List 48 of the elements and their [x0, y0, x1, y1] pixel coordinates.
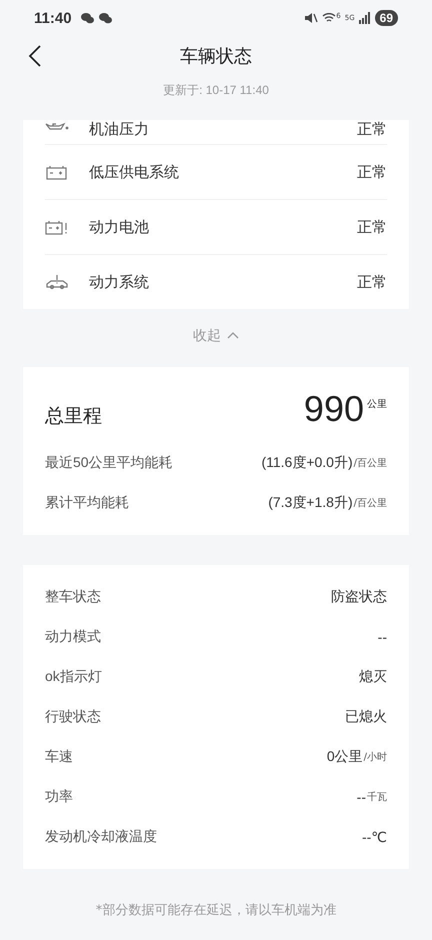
detail-label: 发动机冷却液温度: [45, 828, 157, 846]
detail-label: 行驶状态: [45, 708, 101, 726]
detail-value: --℃: [362, 828, 387, 846]
signal-icon: [358, 12, 371, 24]
wifi-icon: [322, 12, 336, 24]
chat-app-icon: [80, 11, 114, 25]
check-label: 动力系统: [89, 272, 150, 292]
check-label: 机油压力: [89, 120, 150, 139]
detail-value: --: [378, 629, 387, 645]
check-status: 正常: [357, 162, 387, 182]
footnote: *部分数据可能存在延迟，请以车机端为准: [94, 902, 338, 919]
detail-value: 防盗状态: [331, 588, 387, 606]
detail-value: 已熄火: [345, 708, 387, 726]
detail-unit: /小时: [364, 750, 387, 764]
consumption-label: 累计平均能耗: [45, 494, 129, 512]
consumption-value: (7.3度+1.8升): [268, 494, 353, 512]
check-status: 正常: [357, 272, 387, 292]
detail-label: ok指示灯: [45, 668, 102, 686]
mileage-unit: 公里: [367, 398, 387, 411]
detail-value: 0公里: [326, 748, 363, 766]
detail-value: 熄灭: [359, 668, 387, 686]
status-time: 11:40: [34, 10, 72, 26]
check-label: 低压供电系统: [89, 162, 180, 182]
consumption-value: (11.6度+0.0升): [261, 454, 353, 472]
detail-label: 车速: [45, 748, 73, 766]
back-icon[interactable]: [28, 44, 42, 68]
check-status: 正常: [357, 218, 387, 236]
caret-icon: [227, 332, 239, 340]
battery-warning-icon: [45, 219, 69, 235]
consumption-unit: /百公里: [354, 497, 387, 510]
update-time: 更新于: 10-17 11:40: [162, 82, 270, 99]
detail-value: --: [356, 789, 366, 805]
check-status: 正常: [357, 120, 387, 139]
battery-indicator: 69: [374, 10, 398, 26]
consumption-unit: /百公里: [354, 457, 387, 470]
check-label: 动力电池: [89, 218, 150, 236]
detail-label: 整车状态: [45, 588, 101, 606]
consumption-label: 最近50公里平均能耗: [45, 454, 173, 472]
battery-icon: [45, 164, 69, 180]
mileage-value: 990: [304, 387, 364, 431]
detail-unit: 千瓦: [367, 790, 387, 804]
mute-icon: [304, 11, 318, 25]
mileage-label: 总里程: [45, 404, 102, 429]
detail-label: 动力模式: [45, 628, 101, 646]
car-warning-icon: [45, 274, 69, 290]
detail-label: 功率: [45, 788, 73, 806]
page-title: 车辆状态: [180, 45, 252, 68]
collapse-button[interactable]: 收起: [185, 323, 247, 349]
